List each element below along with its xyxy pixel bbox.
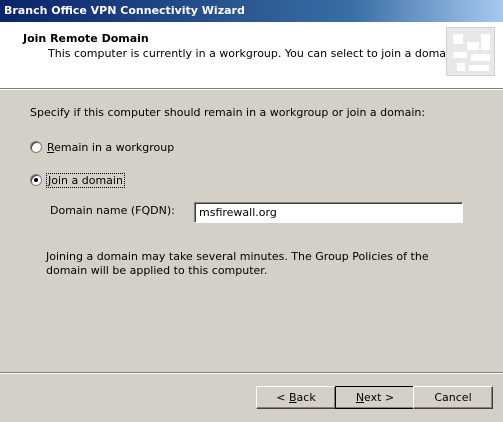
instruction-text: Specify if this computer should remain i…: [30, 106, 426, 119]
page-subtitle: This computer is currently in a workgrou…: [48, 47, 460, 60]
page-title: Join Remote Domain: [23, 32, 149, 45]
radio-button-join-domain[interactable]: [30, 174, 42, 186]
back-button[interactable]: < Back: [256, 386, 336, 409]
radio-join-domain[interactable]: Join a domain: [30, 172, 125, 188]
title-bar[interactable]: Branch Office VPN Connectivity Wizard: [0, 0, 503, 22]
footer-divider: [0, 372, 503, 374]
wizard-window: Branch Office VPN Connectivity Wizard Jo…: [0, 0, 503, 422]
wizard-header-icon: [446, 27, 495, 76]
domain-name-input[interactable]: msfirewall.org: [194, 202, 463, 223]
header-divider: [0, 88, 503, 90]
wizard-header: Join Remote Domain This computer is curr…: [0, 22, 503, 88]
radio-button-remain-workgroup[interactable]: [30, 141, 42, 153]
domain-name-label: Domain name (FQDN):: [50, 204, 175, 217]
info-text: Joining a domain may take several minute…: [46, 250, 429, 277]
radio-label-remain-workgroup[interactable]: Remain in a workgroup: [47, 141, 174, 154]
radio-label-join-domain[interactable]: Join a domain: [46, 172, 125, 188]
radio-remain-workgroup[interactable]: Remain in a workgroup: [30, 139, 174, 155]
cancel-button[interactable]: Cancel: [413, 386, 493, 409]
next-button[interactable]: Next >: [335, 386, 415, 409]
window-title: Branch Office VPN Connectivity Wizard: [4, 4, 245, 17]
